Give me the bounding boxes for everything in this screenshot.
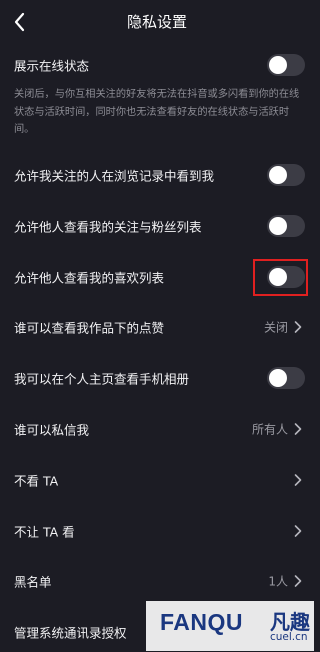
chevron-right-icon	[294, 525, 302, 537]
toggle-knob	[269, 217, 287, 235]
not-watch-label: 不看 TA	[14, 473, 59, 489]
not-watch-row[interactable]: 不看 TA	[0, 460, 314, 500]
like-list-label: 允许他人查看我的喜欢列表	[14, 270, 165, 286]
online-status-description: 关闭后，与你互相关注的好友将无法在抖音或多闪看到你的在线状态与活跃时间，同时你也…	[14, 89, 300, 135]
chevron-right-icon	[294, 474, 302, 486]
watermark-logo: FANQU 凡趣 cuel.cn	[146, 601, 314, 651]
online-status-row: 展示在线状态	[0, 45, 314, 85]
hide-from-row[interactable]: 不让 TA 看	[0, 511, 314, 551]
toggle-knob	[269, 369, 287, 387]
album-label: 我可以在个人主页查看手机相册	[14, 371, 190, 387]
online-status-label: 展示在线状态	[14, 58, 90, 74]
hide-from-label: 不让 TA 看	[14, 524, 75, 540]
album-row: 我可以在个人主页查看手机相册	[0, 358, 314, 398]
not-watch-value-group	[294, 474, 302, 487]
private-message-value: 所有人	[251, 422, 288, 437]
browse-history-row: 允许我关注的人在浏览记录中看到我	[0, 155, 314, 195]
likes-visibility-row[interactable]: 谁可以查看我作品下的点赞 关闭	[0, 307, 314, 347]
follow-list-label: 允许他人查看我的关注与粉丝列表	[14, 219, 202, 235]
browse-history-toggle[interactable]	[267, 164, 305, 186]
chevron-right-icon	[294, 575, 302, 587]
blacklist-label: 黑名单	[14, 574, 52, 590]
likes-visibility-value-group: 关闭	[264, 319, 302, 336]
watermark-text: FANQU	[160, 609, 243, 635]
blacklist-count: 1人	[268, 574, 288, 589]
chevron-right-icon	[294, 423, 302, 435]
album-toggle[interactable]	[267, 367, 305, 389]
likes-visibility-value: 关闭	[263, 320, 288, 335]
hide-from-value-group	[294, 525, 302, 538]
top-bar: 隐私设置	[0, 0, 314, 44]
page-title: 隐私设置	[126, 13, 187, 31]
follow-list-toggle[interactable]	[267, 215, 305, 237]
blacklist-row[interactable]: 黑名单 1人	[0, 561, 314, 601]
toggle-knob	[269, 56, 287, 74]
highlight-annotation-box	[253, 259, 308, 296]
blacklist-value-group: 1人	[268, 573, 302, 590]
watermark-domain: cuel.cn	[270, 631, 308, 643]
follow-list-row: 允许他人查看我的关注与粉丝列表	[0, 206, 314, 246]
browse-history-label: 允许我关注的人在浏览记录中看到我	[14, 168, 215, 184]
private-message-label: 谁可以私信我	[14, 422, 90, 438]
private-message-value-group: 所有人	[252, 421, 302, 438]
toggle-knob	[269, 166, 287, 184]
contacts-auth-label: 管理系统通讯录授权	[14, 625, 127, 641]
chevron-right-icon	[294, 321, 302, 333]
private-message-row[interactable]: 谁可以私信我 所有人	[0, 409, 314, 449]
likes-visibility-label: 谁可以查看我作品下的点赞	[14, 320, 165, 336]
online-status-toggle[interactable]	[267, 54, 305, 76]
